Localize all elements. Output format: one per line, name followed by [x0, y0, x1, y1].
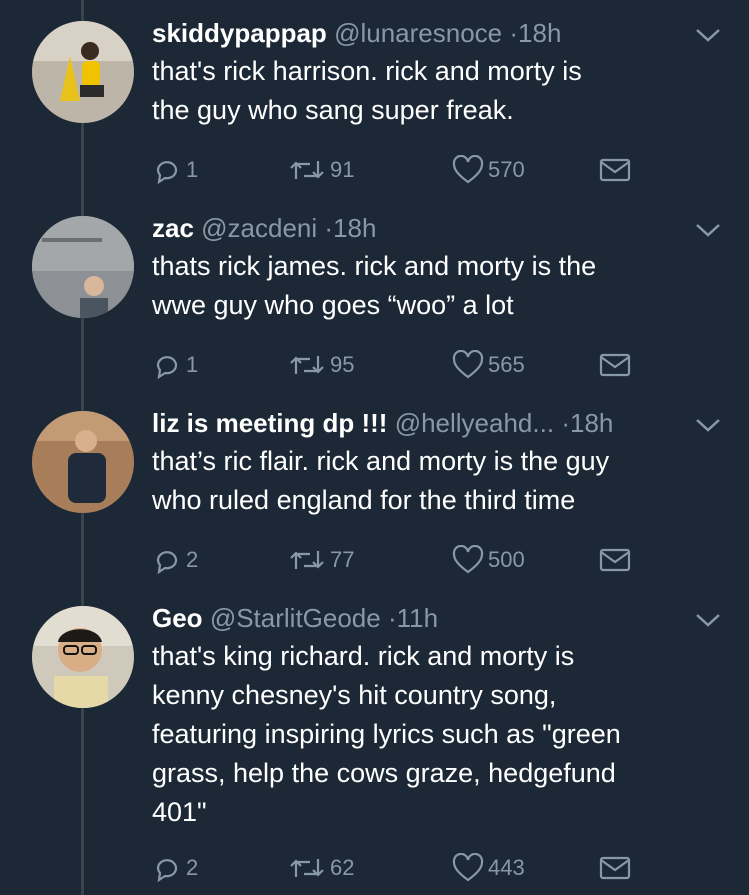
retweet-count: 62	[330, 855, 355, 880]
reply-count: 1	[186, 157, 199, 182]
like-button[interactable]: 570	[452, 153, 525, 187]
retweet-button[interactable]: 95	[288, 348, 354, 382]
like-count: 570	[488, 157, 525, 182]
tweet-text-line: kenny chesney's hit country song,	[152, 680, 557, 710]
tweet-actions: 1 95 565	[152, 348, 652, 382]
like-count: 565	[488, 352, 525, 377]
avatar[interactable]	[32, 216, 134, 318]
tweet-text-line: the guy who sang super freak.	[152, 95, 514, 125]
tweet-actions: 1 91 570	[152, 153, 652, 187]
tweet-actions: 2 62 443	[152, 851, 652, 885]
tweet-text: that’s ric flair. rick and morty is the …	[152, 442, 732, 520]
meta-separator: ·	[561, 408, 570, 438]
user-handle[interactable]: @lunaresnoce	[334, 18, 502, 48]
like-button[interactable]: 500	[452, 543, 525, 577]
tweet-text: that's rick harrison. rick and morty is …	[152, 52, 732, 130]
timestamp[interactable]: 18h	[333, 213, 376, 243]
retweet-icon	[290, 356, 324, 374]
retweet-count: 91	[330, 157, 355, 182]
display-name[interactable]: zac	[152, 213, 194, 243]
direct-message-icon	[599, 158, 631, 182]
reply-icon	[156, 356, 178, 380]
user-handle[interactable]: @StarlitGeode	[210, 603, 381, 633]
retweet-icon	[290, 551, 324, 569]
reply-count: 2	[186, 855, 199, 880]
chevron-down-icon[interactable]	[694, 26, 722, 44]
reply-icon	[156, 551, 178, 575]
avatar[interactable]	[32, 411, 134, 513]
tweet-text-line: featuring inspiring lyrics such as "gree…	[152, 719, 621, 749]
meta-separator: ·	[509, 18, 519, 48]
meta-separator: ·	[324, 213, 334, 243]
direct-message-icon	[599, 856, 631, 880]
reply-button[interactable]: 2	[152, 543, 198, 577]
user-handle[interactable]: @zacdeni	[201, 213, 317, 243]
tweet-header: liz is meeting dp !!! @hellyeahd... ·18h	[152, 406, 613, 440]
direct-message-icon	[599, 353, 631, 377]
tweet-text-line: that's rick harrison. rick and morty is	[152, 56, 582, 86]
direct-message-icon	[599, 548, 631, 572]
timestamp[interactable]: 18h	[518, 18, 561, 48]
retweet-count: 77	[330, 547, 355, 572]
meta-separator: ·	[387, 603, 397, 633]
retweet-icon	[290, 161, 324, 179]
tweet-text-line: wwe guy who goes “woo” a lot	[152, 290, 514, 320]
like-icon	[452, 545, 484, 574]
reply-icon	[156, 161, 178, 185]
direct-message-button[interactable]	[598, 851, 632, 885]
timestamp[interactable]: 18h	[570, 408, 613, 438]
tweet-header: zac @zacdeni ·18h	[152, 211, 376, 245]
reply-count: 2	[186, 547, 199, 572]
tweet-text-line: grass, help the cows graze, hedgefund	[152, 758, 616, 788]
retweet-icon	[290, 859, 324, 877]
reply-thread: skiddypappap @lunaresnoce ·18h that's ri…	[0, 0, 749, 895]
tweet-text-line: 401"	[152, 797, 207, 827]
like-icon	[452, 155, 484, 184]
display-name[interactable]: liz is meeting dp !!!	[152, 408, 387, 438]
chevron-down-icon[interactable]	[694, 221, 722, 239]
direct-message-button[interactable]	[598, 153, 632, 187]
chevron-down-icon[interactable]	[694, 611, 722, 629]
tweet-text-line: that's king richard. rick and morty is	[152, 641, 575, 671]
like-button[interactable]: 443	[452, 851, 525, 885]
like-count: 443	[488, 855, 525, 880]
reply-button[interactable]: 1	[152, 348, 198, 382]
tweet-header: skiddypappap @lunaresnoce ·18h	[152, 16, 561, 50]
user-handle[interactable]: @hellyeahd...	[395, 408, 554, 438]
chevron-down-icon[interactable]	[694, 416, 722, 434]
like-button[interactable]: 565	[452, 348, 525, 382]
tweet-header: Geo @StarlitGeode ·11h	[152, 601, 438, 635]
retweet-count: 95	[330, 352, 355, 377]
reply-icon	[156, 859, 178, 883]
tweet-text-line: that’s ric flair. rick and morty is the …	[152, 446, 610, 476]
reply-button[interactable]: 1	[152, 153, 198, 187]
tweet-text-line: thats rick james. rick and morty is the	[152, 251, 597, 281]
avatar[interactable]	[32, 21, 134, 123]
like-count: 500	[488, 547, 525, 572]
tweet-text-line: who ruled england for the third time	[152, 485, 576, 515]
timestamp[interactable]: 11h	[397, 603, 438, 633]
retweet-button[interactable]: 91	[288, 153, 354, 187]
retweet-button[interactable]: 77	[288, 543, 354, 577]
tweet-actions: 2 77 500	[152, 543, 652, 577]
retweet-button[interactable]: 62	[288, 851, 354, 885]
display-name[interactable]: Geo	[152, 603, 203, 633]
tweet-text: that's king richard. rick and morty is k…	[152, 637, 732, 832]
tweet-text: thats rick james. rick and morty is the …	[152, 247, 732, 325]
like-icon	[452, 853, 484, 882]
like-icon	[452, 350, 484, 379]
direct-message-button[interactable]	[598, 348, 632, 382]
avatar[interactable]	[32, 606, 134, 708]
direct-message-button[interactable]	[598, 543, 632, 577]
reply-count: 1	[186, 352, 199, 377]
reply-button[interactable]: 2	[152, 851, 198, 885]
display-name[interactable]: skiddypappap	[152, 18, 327, 48]
